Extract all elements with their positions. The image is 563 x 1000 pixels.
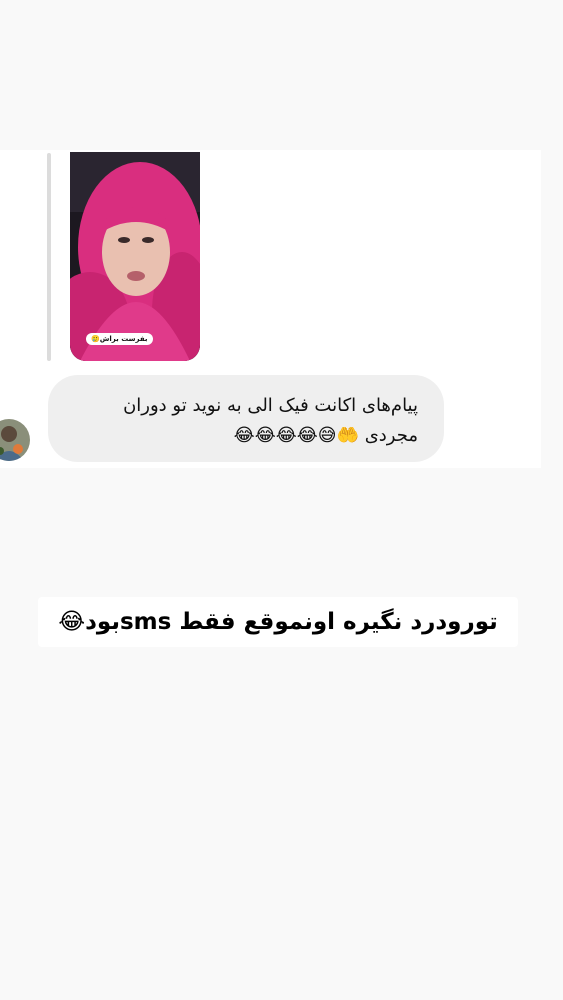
- message-bubble[interactable]: پیام‌های اکانت فیک الی به نوید تو دوران …: [48, 375, 444, 462]
- story-reply-thumbnail[interactable]: بفرست براش🥲: [70, 152, 200, 361]
- story-photo: [70, 152, 200, 361]
- caption-box: تورودرد نگیره اونموقع فقط smsبود😂: [38, 597, 518, 647]
- reply-indicator-bar: [47, 153, 51, 361]
- caption-text: تورودرد نگیره اونموقع فقط smsبود😂: [58, 609, 498, 635]
- story-sticker: بفرست براش🥲: [86, 333, 153, 345]
- message-text: پیام‌های اکانت فیک الی به نوید تو دوران …: [123, 395, 418, 446]
